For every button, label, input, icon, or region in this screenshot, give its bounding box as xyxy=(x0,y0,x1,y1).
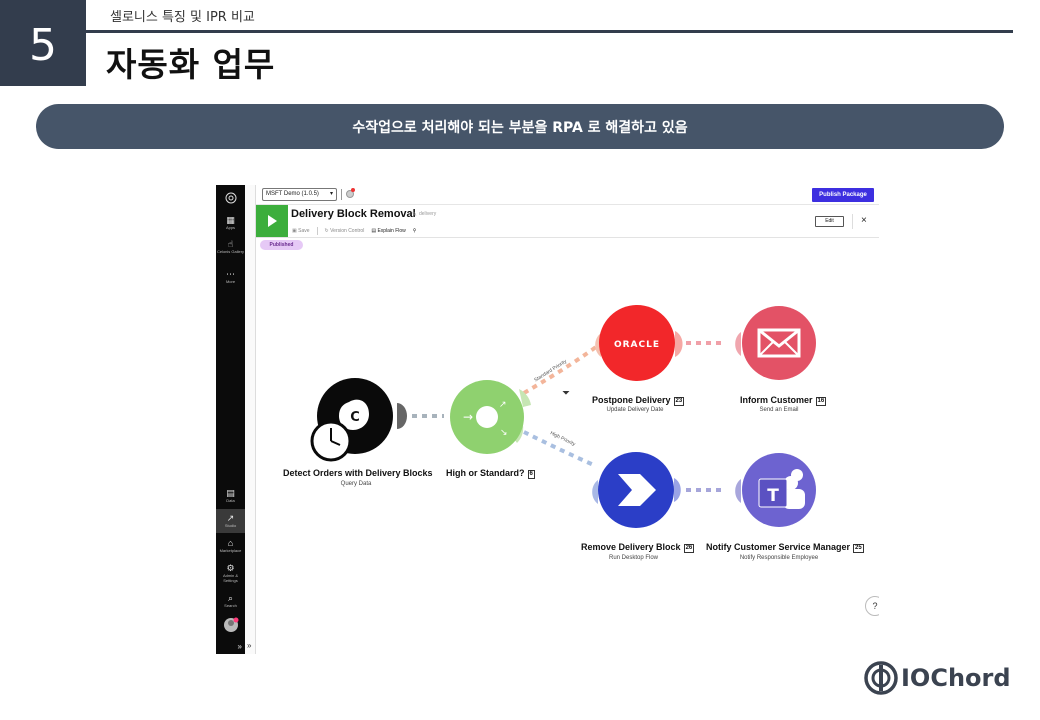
company-logo: IOChord xyxy=(864,661,1011,695)
inform-customer-title-text: Inform Customer xyxy=(740,395,813,405)
arrow-right-icon: → xyxy=(463,410,473,424)
help-icon[interactable]: ? xyxy=(865,596,879,616)
arrow-down-right-icon: ↘ xyxy=(500,428,508,438)
celonis-c-glyph: C xyxy=(350,410,360,425)
notify-manager-node[interactable]: T xyxy=(721,451,821,529)
inform-customer-title: Inform Customer 16 xyxy=(740,395,827,406)
arrow-up-right-icon: ↗ xyxy=(499,400,507,410)
remove-delivery-block-title-text: Remove Delivery Block xyxy=(581,542,681,552)
slide-title: 자동화 업무 xyxy=(106,45,276,84)
section-number: 5 xyxy=(0,0,86,86)
celonis-screenshot: ▦ Apps ☝ Celonis Gallery ⋯ More ▤ Data ↗… xyxy=(216,185,879,654)
slide: 5 셀로니스 특징 및 IPR 비교 자동화 업무 수작업으로 처리해야 되는 … xyxy=(0,0,1040,720)
notify-manager-subtitle: Notify Responsible Employee xyxy=(739,555,819,561)
detect-orders-title: Detect Orders with Delivery Blocks xyxy=(283,468,433,478)
inform-customer-node[interactable] xyxy=(721,304,821,382)
notify-manager-badge: 25 xyxy=(853,544,864,553)
teams-icon: T xyxy=(767,486,779,506)
remove-delivery-block-badge: 26 xyxy=(683,544,695,553)
postpone-delivery-node[interactable]: ORACLE xyxy=(591,305,691,381)
banner-text: 수작업으로 처리해야 되는 부분을 RPA 로 해결하고 있음 xyxy=(352,119,688,136)
postpone-delivery-subtitle: Update Delivery Date xyxy=(606,407,664,413)
summary-banner: 수작업으로 처리해야 되는 부분을 RPA 로 해결하고 있음 xyxy=(36,104,1004,149)
logo-text: IOChord xyxy=(901,664,1011,692)
inform-customer-subtitle: Send an Email xyxy=(759,407,799,413)
inform-customer-badge: 16 xyxy=(815,397,827,406)
filter-icon[interactable]: ⏷ xyxy=(562,388,570,399)
notify-manager-title: Notify Customer Service Manager 25 xyxy=(706,542,864,553)
notify-manager-title-text: Notify Customer Service Manager xyxy=(706,542,851,552)
remove-delivery-block-subtitle: Run Desktop Flow xyxy=(608,555,659,561)
detect-orders-subtitle: Query Data xyxy=(340,481,372,487)
oracle-logo: ORACLE xyxy=(614,340,660,350)
router-title: High or Standard? 6 xyxy=(446,468,535,479)
postpone-delivery-title-text: Postpone Delivery xyxy=(592,395,671,405)
postpone-delivery-badge: 23 xyxy=(673,397,685,406)
detect-orders-node[interactable]: C xyxy=(309,378,411,464)
router-badge: 6 xyxy=(527,470,535,479)
router-node[interactable]: → ↗ ↘ xyxy=(449,377,539,457)
remove-delivery-block-title: Remove Delivery Block 26 xyxy=(581,542,695,553)
postpone-delivery-title: Postpone Delivery 23 xyxy=(592,395,685,406)
section-label: 셀로니스 특징 및 IPR 비교 xyxy=(110,10,255,25)
remove-delivery-block-node[interactable] xyxy=(586,452,691,528)
router-title-text: High or Standard? xyxy=(446,468,525,478)
iochord-logo-icon xyxy=(864,661,898,695)
header-rule xyxy=(86,30,1013,33)
